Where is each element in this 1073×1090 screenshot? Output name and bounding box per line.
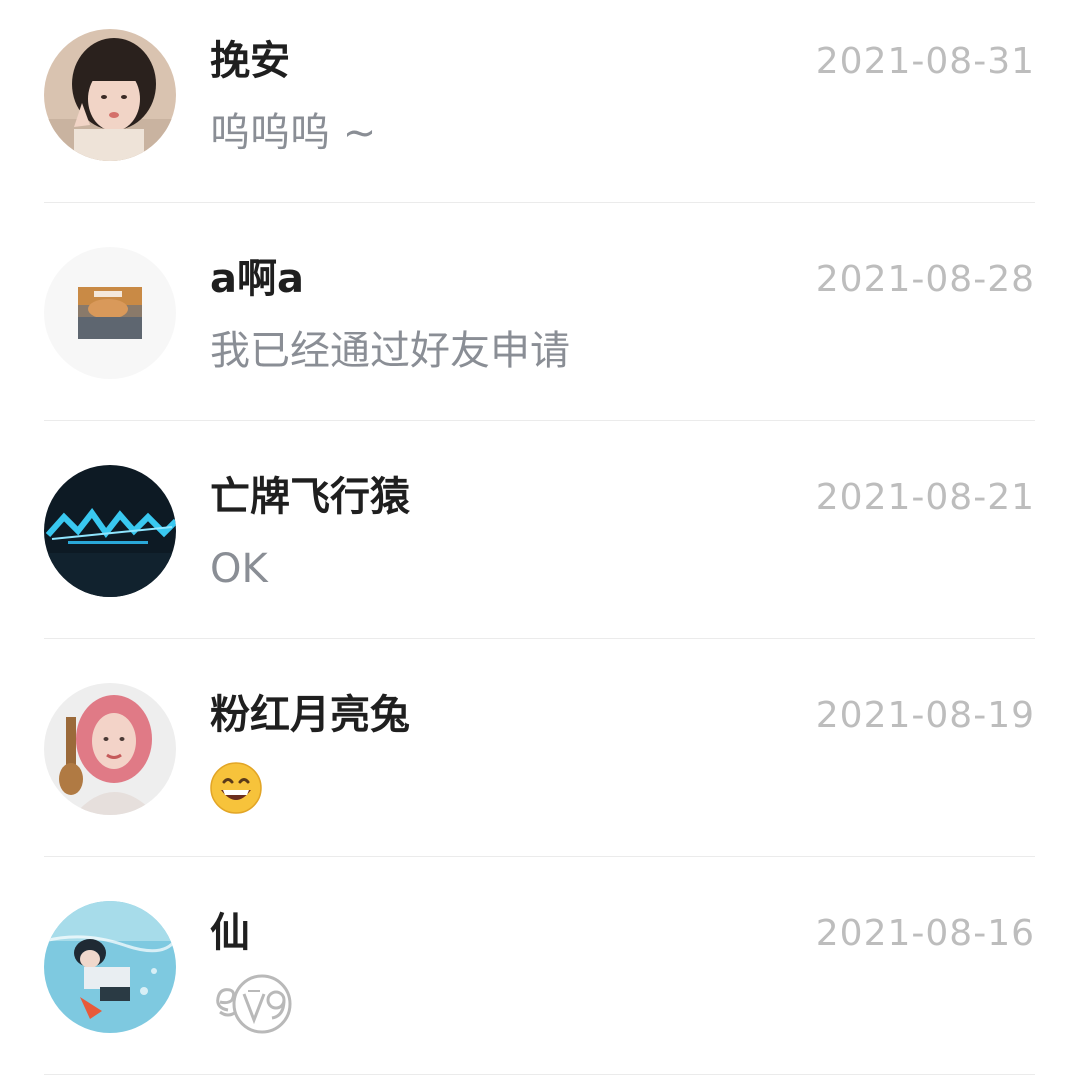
- message-date: 2021-08-16: [815, 913, 1035, 954]
- message-date: 2021-08-28: [815, 259, 1035, 300]
- chat-item-3[interactable]: 粉红月亮兔 2021-08-19: [0, 654, 1073, 872]
- divider: [44, 202, 1035, 203]
- avatar-girl-portrait[interactable]: [44, 29, 176, 161]
- contact-name: 仙: [210, 910, 250, 956]
- avatar-cyberpunk-logo[interactable]: [44, 465, 176, 597]
- divider: [44, 1074, 1035, 1075]
- chat-item-4[interactable]: 仙 2021-08-16: [0, 872, 1073, 1090]
- ev9-sticker-icon: [216, 974, 292, 1034]
- chat-item-1[interactable]: a啊a 我已经通过好友申请 2021-08-28: [0, 218, 1073, 436]
- divider: [44, 856, 1035, 857]
- avatar-pink-hair-girl[interactable]: [44, 683, 176, 815]
- chat-item-0[interactable]: 挽安 呜呜呜 ~ 2021-08-31: [0, 0, 1073, 218]
- divider: [44, 420, 1035, 421]
- message-preview: [210, 972, 294, 1046]
- avatar-underwater-anime[interactable]: [44, 901, 176, 1033]
- contact-name: 粉红月亮兔: [210, 692, 410, 738]
- avatar-cat-photo[interactable]: [44, 247, 176, 379]
- contact-name: a啊a: [210, 256, 304, 302]
- girl-portrait-avatar-icon: [44, 29, 176, 161]
- message-date: 2021-08-19: [815, 695, 1035, 736]
- message-preview: [210, 762, 262, 826]
- cyberpunk-logo-avatar-icon: [44, 465, 176, 597]
- chat-item-2[interactable]: 亡牌飞行猿 OK 2021-08-21: [0, 436, 1073, 654]
- message-preview: OK: [210, 546, 268, 592]
- divider: [44, 638, 1035, 639]
- message-preview: 我已经通过好友申请: [210, 328, 570, 374]
- pink-hair-girl-avatar-icon: [44, 683, 176, 815]
- cat-photo-avatar-icon: [44, 247, 176, 379]
- chat-list: 挽安 呜呜呜 ~ 2021-08-31 a啊a 我已经通过好友申请 2021-0…: [0, 0, 1073, 1083]
- message-date: 2021-08-31: [815, 41, 1035, 82]
- underwater-anime-avatar-icon: [44, 901, 176, 1033]
- contact-name: 亡牌飞行猿: [210, 474, 410, 520]
- message-date: 2021-08-21: [815, 477, 1035, 518]
- message-preview: 呜呜呜 ~: [210, 110, 377, 156]
- contact-name: 挽安: [210, 38, 290, 84]
- grinning-emoji-icon: [210, 762, 262, 814]
